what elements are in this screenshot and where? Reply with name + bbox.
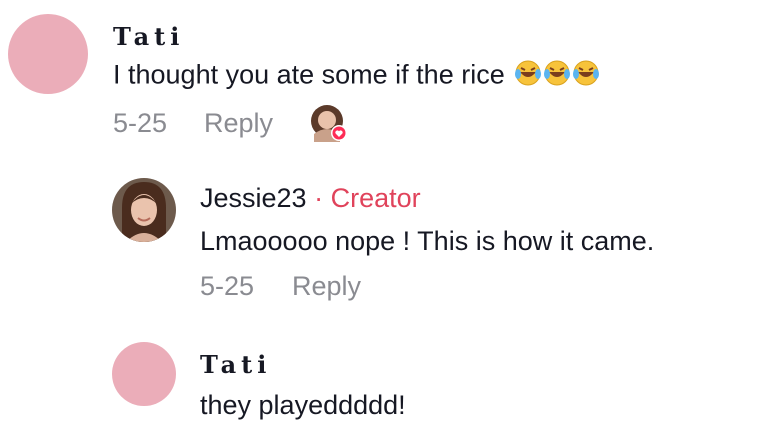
comment-text-content: I thought you ate some if the rice [113,59,505,90]
creator-liked-badge [310,104,348,142]
laughing-emoji-icon [514,58,602,95]
comment-username[interactable]: Jessie23 · Creator [200,183,421,214]
creator-avatar-icon [112,178,176,242]
comment-username[interactable]: Tati [200,350,271,379]
avatar[interactable] [8,14,88,94]
reply-button[interactable]: Reply [204,108,273,139]
reply-button[interactable]: Reply [292,271,361,302]
avatar[interactable] [112,178,176,242]
creator-avatar-small-icon [311,105,347,142]
comment-text: they playeddddd! [200,390,406,420]
comment-text: Lmaooooo nope ! This is how it came. [200,226,655,256]
comment-date: 5-25 [200,271,255,301]
comment-text: I thought you ate some if the rice [113,58,602,95]
avatar[interactable] [112,342,176,406]
comment-username[interactable]: Tati [113,22,184,51]
comment-date: 5-25 [113,108,168,138]
creator-badge: · Creator [314,183,421,213]
comment-username-text: Jessie23 [200,183,307,213]
